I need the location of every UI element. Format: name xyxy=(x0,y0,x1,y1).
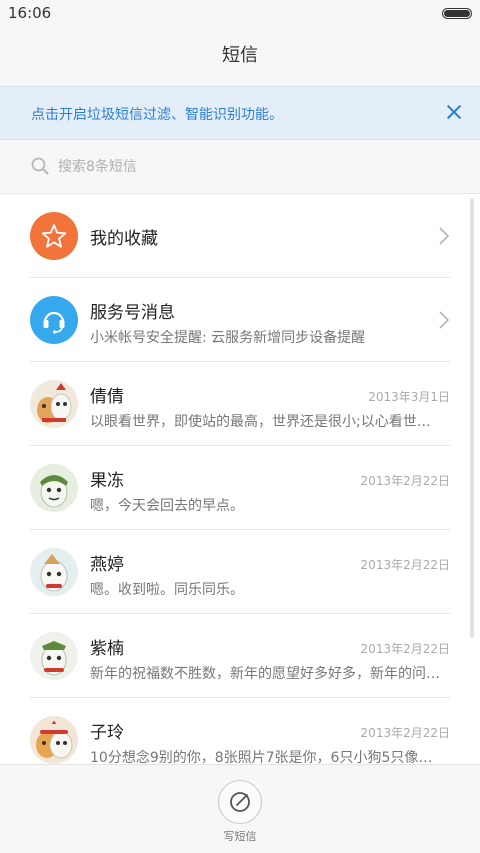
chevron-right-icon xyxy=(439,311,450,329)
conversation-name: 倩倩 xyxy=(90,387,124,407)
status-time: 16:06 xyxy=(8,4,52,22)
close-icon[interactable] xyxy=(442,100,466,124)
conversation-name: 服务号消息 xyxy=(90,303,175,323)
list-item-conversation[interactable]: 紫楠 2013年2月22日 新年的祝福数不胜数，新年的愿望好多好多，新年的问候.… xyxy=(30,614,450,698)
star-icon xyxy=(30,212,78,260)
conversation-date: 2013年2月22日 xyxy=(360,474,450,488)
list-item-favorites[interactable]: 我的收藏 xyxy=(30,194,450,278)
conversation-preview: 嗯，今天会回去的早点。 xyxy=(90,498,244,514)
compose-label: 写短信 xyxy=(223,830,257,843)
mascot-avatar xyxy=(30,380,78,428)
conversation-preview: 以眼看世界，即使站的最高，世界还是很小;以心看世界，... xyxy=(90,414,442,430)
conversation-name: 燕婷 xyxy=(90,555,124,575)
conversation-preview: 新年的祝福数不胜数，新年的愿望好多好多，新年的问候... xyxy=(90,666,442,682)
conversation-name: 果冻 xyxy=(90,471,124,491)
scrollbar[interactable] xyxy=(470,198,474,638)
page-title: 短信 xyxy=(222,45,258,66)
mascot-avatar xyxy=(30,716,78,764)
headset-icon xyxy=(30,296,78,344)
mascot-avatar xyxy=(30,548,78,596)
conversation-preview: 嗯。收到啦。同乐同乐。 xyxy=(90,582,244,598)
compose-button[interactable] xyxy=(218,780,262,824)
conversation-date: 2013年2月22日 xyxy=(360,642,450,656)
conversation-date: 2013年2月22日 xyxy=(360,558,450,572)
list-item-conversation[interactable]: 果冻 2013年2月22日 嗯，今天会回去的早点。 xyxy=(30,446,450,530)
chevron-right-icon xyxy=(439,227,450,245)
list-item-service-messages[interactable]: 服务号消息 小米帐号安全提醒: 云服务新增同步设备提醒 xyxy=(30,278,450,362)
conversation-date: 2013年3月1日 xyxy=(368,390,450,404)
search-input[interactable] xyxy=(58,152,438,182)
conversation-date: 2013年2月22日 xyxy=(360,726,450,740)
list-item-conversation[interactable]: 子玲 2013年2月22日 10分想念9别的你，8张照片7张是你，6只小狗5只像… xyxy=(30,698,450,764)
battery-icon xyxy=(442,8,472,19)
conversation-list[interactable]: 我的收藏 服务号消息 小米帐号安全提醒: 云服务新增同步设备提醒 倩倩 2013… xyxy=(0,194,480,764)
spam-filter-banner[interactable]: 点击开启垃圾短信过滤、智能识别功能。 xyxy=(0,86,480,140)
title-bar: 短信 xyxy=(0,26,480,86)
list-item-conversation[interactable]: 燕婷 2013年2月22日 嗯。收到啦。同乐同乐。 xyxy=(30,530,450,614)
banner-text[interactable]: 点击开启垃圾短信过滤、智能识别功能。 xyxy=(31,104,283,124)
conversation-name: 子玲 xyxy=(90,723,124,743)
compose-icon xyxy=(229,791,250,812)
mascot-avatar xyxy=(30,464,78,512)
conversation-name: 我的收藏 xyxy=(90,229,158,249)
conversation-name: 紫楠 xyxy=(90,639,124,659)
list-item-conversation[interactable]: 倩倩 2013年3月1日 以眼看世界，即使站的最高，世界还是很小;以心看世界，.… xyxy=(30,362,450,446)
mascot-avatar xyxy=(30,632,78,680)
conversation-preview: 10分想念9别的你，8张照片7张是你，6只小狗5只像你，4... xyxy=(90,750,442,764)
status-bar: 16:06 xyxy=(0,0,480,26)
search-icon xyxy=(31,157,49,175)
conversation-preview: 小米帐号安全提醒: 云服务新增同步设备提醒 xyxy=(90,330,366,346)
search-bar xyxy=(0,140,480,194)
bottom-bar: 写短信 xyxy=(0,764,480,853)
